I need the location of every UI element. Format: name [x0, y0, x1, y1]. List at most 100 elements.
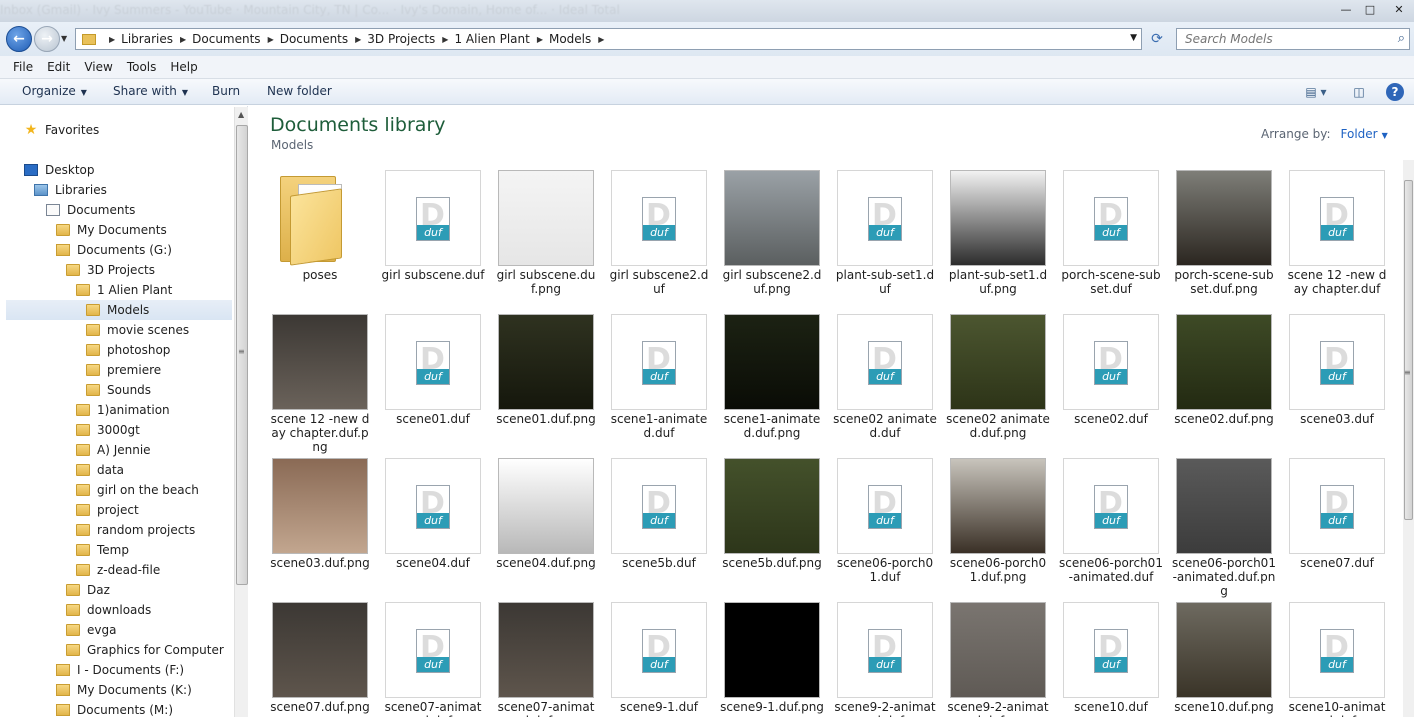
- sidebar-item-random-projects[interactable]: random projects: [76, 520, 195, 540]
- breadcrumb-libraries[interactable]: Libraries ▶: [121, 32, 186, 46]
- sidebar-item-premiere[interactable]: premiere: [86, 360, 161, 380]
- file-item[interactable]: scene04.duf.png: [494, 454, 606, 598]
- breadcrumb-documents[interactable]: Documents ▶: [192, 32, 274, 46]
- sidebar-item-3000gt[interactable]: 3000gt: [76, 420, 140, 440]
- file-item[interactable]: scene10.duf.png: [1172, 598, 1284, 717]
- chevron-right-icon[interactable]: ▶: [180, 35, 186, 44]
- file-item[interactable]: Dduf scene5b.duf: [607, 454, 719, 598]
- minimize-button[interactable]: —: [1334, 0, 1358, 18]
- chevron-right-icon[interactable]: ▶: [598, 35, 604, 44]
- file-item[interactable]: scene02 animated.duf.png: [946, 310, 1058, 454]
- file-item[interactable]: Dduf scene9-1.duf: [607, 598, 719, 717]
- sidebar-item-temp[interactable]: Temp: [76, 540, 129, 560]
- sidebar-item-documents-g[interactable]: Documents (G:): [56, 240, 172, 260]
- burn-button[interactable]: Burn: [212, 84, 240, 98]
- file-item[interactable]: Dduf porch-scene-subset.duf: [1059, 166, 1171, 310]
- content-scrollbar[interactable]: ≡: [1403, 160, 1414, 717]
- chevron-right-icon[interactable]: ▶: [537, 35, 543, 44]
- back-button[interactable]: ←: [6, 26, 32, 52]
- file-item[interactable]: poses: [268, 166, 380, 310]
- menu-help[interactable]: Help: [163, 60, 204, 74]
- chevron-right-icon[interactable]: ▶: [355, 35, 361, 44]
- search-box[interactable]: ⌕: [1176, 28, 1410, 50]
- menu-view[interactable]: View: [77, 60, 119, 74]
- breadcrumb-1-alien-plant[interactable]: 1 Alien Plant ▶: [454, 32, 543, 46]
- file-item[interactable]: scene5b.duf.png: [720, 454, 832, 598]
- navigation-scrollbar[interactable]: ▲ ≡: [234, 107, 248, 717]
- file-item[interactable]: Dduf girl subscene.duf: [381, 166, 493, 310]
- file-item[interactable]: Dduf scene06-porch01.duf: [833, 454, 945, 598]
- address-history-dropdown-icon[interactable]: ▼: [1130, 33, 1137, 43]
- file-item[interactable]: girl subscene.duf.png: [494, 166, 606, 310]
- organize-button[interactable]: Organize ▼: [22, 84, 87, 98]
- breadcrumb-separator-icon[interactable]: ▶: [102, 35, 115, 44]
- search-icon[interactable]: ⌕: [1398, 31, 1405, 46]
- file-item[interactable]: scene07-animated.duf.png: [494, 598, 606, 717]
- file-item[interactable]: Dduf plant-sub-set1.duf: [833, 166, 945, 310]
- preview-pane-button[interactable]: ◫: [1348, 82, 1370, 102]
- sidebar-item-data[interactable]: data: [76, 460, 124, 480]
- file-item[interactable]: Dduf scene07-animated.duf: [381, 598, 493, 717]
- breadcrumb-models[interactable]: Models ▶: [549, 32, 604, 46]
- file-item[interactable]: Dduf scene07.duf: [1285, 454, 1397, 598]
- file-item[interactable]: Dduf scene02 animated.duf: [833, 310, 945, 454]
- file-item[interactable]: scene01.duf.png: [494, 310, 606, 454]
- file-item[interactable]: scene02.duf.png: [1172, 310, 1284, 454]
- arrange-by-value[interactable]: Folder: [1341, 127, 1378, 141]
- file-item[interactable]: Dduf scene02.duf: [1059, 310, 1171, 454]
- sidebar-item-a-jennie[interactable]: A) Jennie: [76, 440, 151, 460]
- file-item[interactable]: plant-sub-set1.duf.png: [946, 166, 1058, 310]
- sidebar-item-movie-scenes[interactable]: movie scenes: [86, 320, 189, 340]
- file-item[interactable]: Dduf scene01.duf: [381, 310, 493, 454]
- breadcrumb-documents-2[interactable]: Documents ▶: [280, 32, 362, 46]
- file-item[interactable]: Dduf scene10-animated.duf: [1285, 598, 1397, 717]
- recent-pages-dropdown-icon[interactable]: ▼: [61, 34, 67, 43]
- file-item[interactable]: Dduf scene03.duf: [1285, 310, 1397, 454]
- file-item[interactable]: Dduf scene 12 -new day chapter.duf: [1285, 166, 1397, 310]
- search-input[interactable]: [1177, 29, 1382, 49]
- change-view-button[interactable]: ▤ ▾: [1296, 82, 1336, 102]
- share-with-button[interactable]: Share with ▼: [113, 84, 188, 98]
- file-item[interactable]: Dduf scene06-porch01-animated.duf: [1059, 454, 1171, 598]
- file-item[interactable]: scene07.duf.png: [268, 598, 380, 717]
- sidebar-item-evga[interactable]: evga: [66, 620, 116, 640]
- forward-button[interactable]: →: [34, 26, 60, 52]
- sidebar-item-my-documents-k[interactable]: My Documents (K:): [56, 680, 192, 700]
- chevron-down-icon[interactable]: ▼: [1382, 131, 1388, 140]
- chevron-right-icon[interactable]: ▶: [442, 35, 448, 44]
- file-item[interactable]: scene06-porch01.duf.png: [946, 454, 1058, 598]
- sidebar-item-desktop[interactable]: Desktop: [24, 160, 95, 180]
- sidebar-item-favorites[interactable]: ★ Favorites: [24, 120, 100, 140]
- menu-file[interactable]: File: [6, 60, 40, 74]
- sidebar-item-project[interactable]: project: [76, 500, 139, 520]
- file-item[interactable]: porch-scene-subset.duf.png: [1172, 166, 1284, 310]
- sidebar-item-1-animation[interactable]: 1)animation: [76, 400, 170, 420]
- sidebar-item-downloads[interactable]: downloads: [66, 600, 151, 620]
- refresh-button[interactable]: ⟳: [1145, 28, 1169, 50]
- sidebar-item-daz[interactable]: Daz: [66, 580, 110, 600]
- sidebar-item-photoshop[interactable]: photoshop: [86, 340, 170, 360]
- sidebar-item-documents-m[interactable]: Documents (M:): [56, 700, 173, 717]
- maximize-button[interactable]: □: [1358, 0, 1382, 18]
- file-item[interactable]: Dduf scene9-2-animated.duf: [833, 598, 945, 717]
- sidebar-item-documents[interactable]: Documents: [46, 200, 135, 220]
- sidebar-item-graphics-for-computer[interactable]: Graphics for Computer: [66, 640, 224, 660]
- sidebar-item-z-dead-file[interactable]: z-dead-file: [76, 560, 160, 580]
- file-item[interactable]: girl subscene2.duf.png: [720, 166, 832, 310]
- sidebar-item-libraries[interactable]: Libraries: [34, 180, 107, 200]
- file-item[interactable]: scene03.duf.png: [268, 454, 380, 598]
- address-breadcrumb[interactable]: ▶ Libraries ▶ Documents ▶ Documents ▶ 3D Pr…: [75, 28, 1142, 50]
- help-button[interactable]: ?: [1384, 82, 1406, 102]
- menu-tools[interactable]: Tools: [120, 60, 164, 74]
- sidebar-item-my-documents[interactable]: My Documents: [56, 220, 167, 240]
- sidebar-item-i-documents-f[interactable]: I - Documents (F:): [56, 660, 184, 680]
- sidebar-item-3d-projects[interactable]: 3D Projects: [66, 260, 155, 280]
- sidebar-item-girl-on-the-beach[interactable]: girl on the beach: [76, 480, 199, 500]
- new-folder-button[interactable]: New folder: [267, 84, 332, 98]
- chevron-right-icon[interactable]: ▶: [268, 35, 274, 44]
- breadcrumb-3d-projects[interactable]: 3D Projects ▶: [367, 32, 448, 46]
- file-item[interactable]: Dduf scene1-animated.duf: [607, 310, 719, 454]
- sidebar-item-models[interactable]: Models: [6, 300, 232, 320]
- file-item[interactable]: Dduf girl subscene2.duf: [607, 166, 719, 310]
- sidebar-item-sounds[interactable]: Sounds: [86, 380, 151, 400]
